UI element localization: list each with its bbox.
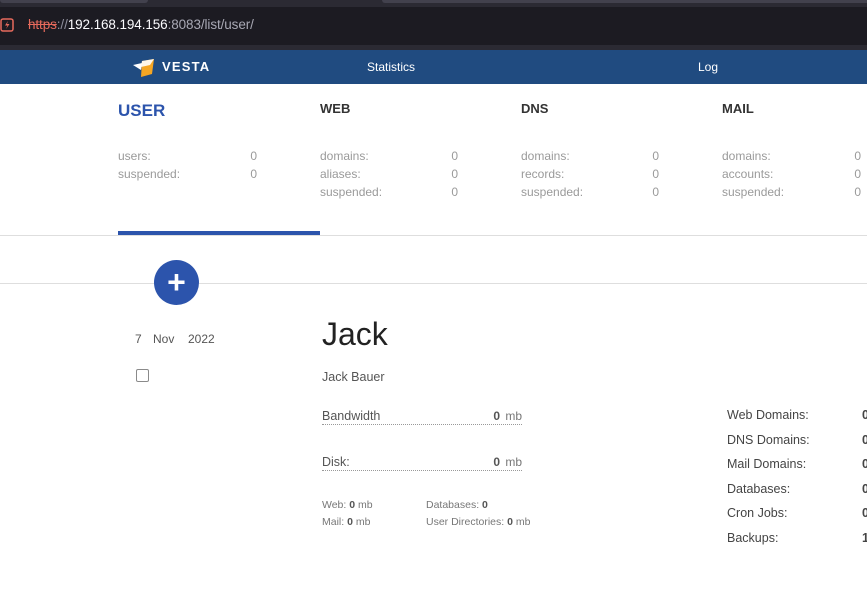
overview-value: 0 bbox=[854, 185, 861, 199]
disk-unit: mb bbox=[505, 455, 522, 469]
disk-meter: Disk: 0 mb bbox=[322, 455, 522, 471]
url-path: :8083/list/user/ bbox=[167, 17, 254, 32]
overview-value: 0 bbox=[451, 149, 458, 163]
overview-value: 0 bbox=[854, 149, 861, 163]
tab-strip bbox=[0, 0, 867, 3]
overview-value: 0 bbox=[250, 149, 257, 163]
full-name: Jack Bauer bbox=[322, 370, 385, 384]
divider bbox=[0, 235, 867, 236]
nav-log[interactable]: Log bbox=[698, 60, 718, 74]
web-usage-unit: mb bbox=[358, 499, 373, 511]
stat-label: Cron Jobs: bbox=[727, 506, 788, 520]
url-host: 192.168.194.156 bbox=[67, 17, 168, 32]
overview-label: accounts: bbox=[722, 167, 774, 181]
overview-value: 0 bbox=[451, 167, 458, 181]
stat-value: 0 bbox=[862, 457, 867, 471]
databases-usage-value: 0 bbox=[482, 499, 488, 511]
overview-label: records: bbox=[521, 167, 565, 181]
bandwidth-unit: mb bbox=[505, 409, 522, 423]
databases-usage: Databases: 0 bbox=[426, 499, 488, 511]
browser-tab[interactable] bbox=[0, 0, 148, 3]
web-usage-value: 0 bbox=[349, 499, 356, 511]
stat-label: Backups: bbox=[727, 531, 779, 545]
divider bbox=[0, 283, 867, 284]
mail-usage-value: 0 bbox=[347, 516, 353, 528]
overview-label: suspended: bbox=[118, 167, 181, 181]
nav-statistics[interactable]: Statistics bbox=[367, 60, 415, 74]
mail-usage-unit: mb bbox=[355, 516, 371, 528]
mail-usage: Mail: 0 mb bbox=[322, 516, 370, 528]
overview-value: 0 bbox=[451, 185, 458, 199]
url-separator: :// bbox=[56, 17, 68, 32]
overview-value: 0 bbox=[652, 149, 659, 163]
date-day: 7 bbox=[135, 332, 142, 346]
stat-value: 0 bbox=[862, 433, 867, 447]
user-dirs-usage: User Directories: 0 mb bbox=[426, 516, 530, 528]
user-dirs-unit: mb bbox=[515, 516, 531, 528]
stat-value: 0 bbox=[862, 408, 867, 422]
mail-usage-label: Mail: bbox=[322, 516, 345, 528]
overview-value: 0 bbox=[250, 167, 257, 181]
overview-label: suspended: bbox=[521, 185, 584, 199]
disk-value: 0 bbox=[493, 455, 500, 469]
web-usage-label: Web: bbox=[322, 499, 347, 511]
date-year: 2022 bbox=[188, 332, 215, 346]
overview-value: 0 bbox=[652, 167, 659, 181]
overview-label: domains: bbox=[320, 149, 369, 163]
disk-label: Disk: bbox=[322, 455, 350, 469]
user-dirs-value: 0 bbox=[507, 516, 513, 528]
overview-label: domains: bbox=[722, 149, 771, 163]
user-dirs-label: User Directories: bbox=[426, 516, 505, 528]
bandwidth-label: Bandwidth bbox=[322, 409, 381, 423]
plus-icon: + bbox=[167, 264, 186, 300]
insecure-connection-icon[interactable] bbox=[0, 18, 14, 32]
overview-value: 0 bbox=[854, 167, 861, 181]
select-user-checkbox[interactable] bbox=[136, 369, 149, 382]
date-month: Nov bbox=[153, 332, 175, 346]
web-usage: Web: 0 mb bbox=[322, 499, 373, 511]
stat-value: 0 bbox=[862, 506, 867, 520]
databases-usage-label: Databases: bbox=[426, 499, 480, 511]
logo-text[interactable]: VESTA bbox=[162, 59, 210, 74]
add-user-button[interactable]: + bbox=[154, 260, 199, 305]
stat-label: Databases: bbox=[727, 482, 791, 496]
overview-label: suspended: bbox=[722, 185, 785, 199]
overview-mail-title[interactable]: MAIL bbox=[722, 101, 754, 116]
url-scheme: https bbox=[28, 17, 57, 32]
browser-tab[interactable] bbox=[382, 0, 867, 3]
bandwidth-meter: Bandwidth 0 mb bbox=[322, 409, 522, 425]
overview-label: suspended: bbox=[320, 185, 383, 199]
stat-label: Mail Domains: bbox=[727, 457, 807, 471]
overview-label: aliases: bbox=[320, 167, 361, 181]
overview-value: 0 bbox=[652, 185, 659, 199]
stat-value: 1 bbox=[862, 531, 867, 545]
overview-dns-title[interactable]: DNS bbox=[521, 101, 548, 116]
overview-web-title[interactable]: WEB bbox=[320, 101, 350, 116]
top-nav bbox=[0, 50, 867, 84]
stat-label: DNS Domains: bbox=[727, 433, 810, 447]
overview-user-title[interactable]: USER bbox=[118, 101, 165, 121]
bandwidth-value: 0 bbox=[493, 409, 500, 423]
stat-label: Web Domains: bbox=[727, 408, 809, 422]
username[interactable]: Jack bbox=[322, 316, 388, 353]
stat-value: 0 bbox=[862, 482, 867, 496]
overview-label: users: bbox=[118, 149, 151, 163]
overview-label: domains: bbox=[521, 149, 570, 163]
url-text[interactable]: https://192.168.194.156:8083/list/user/ bbox=[28, 17, 254, 32]
